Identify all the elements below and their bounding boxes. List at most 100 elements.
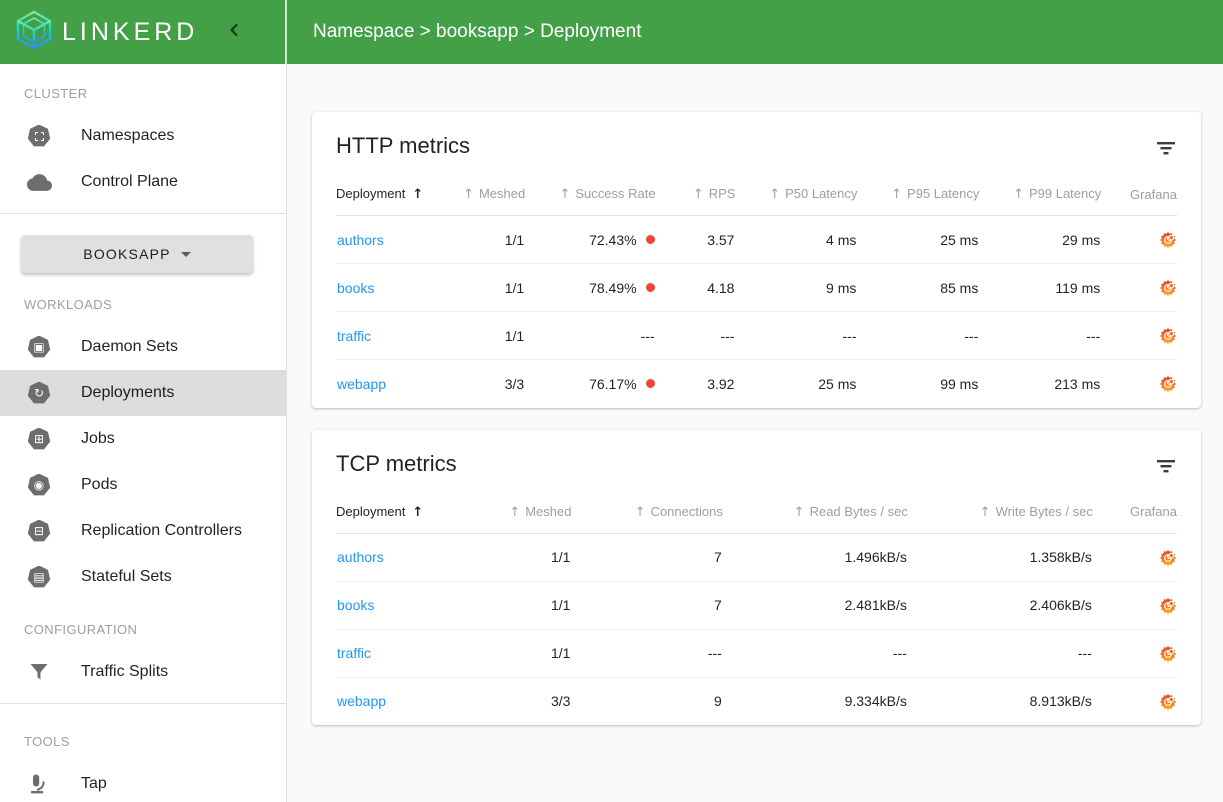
grafana-icon[interactable] — [1160, 644, 1176, 660]
write-bytes-cell: 2.406kB/s — [908, 581, 1093, 629]
sidebar-collapse-button[interactable] — [226, 22, 242, 43]
p50-cell: 4 ms — [735, 216, 857, 264]
tcp-metrics-card: TCP metrics Deployment↑ ↑Meshed ↑Connect… — [312, 430, 1201, 726]
column-header-success-rate[interactable]: ↑Success Rate — [525, 166, 655, 216]
success-rate-cell: 78.49% — [525, 264, 655, 312]
deployment-link[interactable]: books — [337, 280, 374, 296]
sidebar-divider — [0, 213, 286, 214]
table-row: webapp 3/3 9 9.334kB/s 8.913kB/s — [336, 677, 1177, 725]
section-label-workloads: WORKLOADS — [0, 275, 286, 324]
section-label-cluster: CLUSTER — [0, 64, 286, 113]
column-header-deployment[interactable]: Deployment↑ — [336, 484, 479, 534]
grafana-cell — [1093, 677, 1177, 725]
breadcrumb: Namespace > booksapp > Deployment — [313, 21, 641, 43]
sidebar-item-namespaces[interactable]: Namespaces — [0, 113, 286, 159]
deployment-link[interactable]: authors — [337, 549, 384, 565]
sort-arrow-icon: ↑ — [693, 187, 704, 202]
app-bar-sidebar-section: LINKERD — [0, 0, 287, 64]
jobs-icon: ⊞ — [26, 428, 52, 451]
deployments-icon: ↻ — [26, 382, 52, 405]
pods-icon: ◉ — [26, 474, 52, 497]
column-header-p50-latency[interactable]: ↑P50 Latency — [735, 166, 857, 216]
rps-cell: 3.92 — [656, 360, 736, 408]
grafana-icon[interactable] — [1160, 327, 1176, 343]
column-header-connections[interactable]: ↑Connections — [571, 484, 722, 534]
http-metrics-table: Deployment↑ ↑Meshed ↑Success Rate ↑RPS ↑… — [336, 166, 1177, 408]
table-row: traffic 1/1 --- --- --- — [336, 629, 1177, 677]
filter-icon[interactable] — [1155, 458, 1177, 480]
table-row: authors 1/1 7 1.496kB/s 1.358kB/s — [336, 533, 1177, 581]
p95-cell: 85 ms — [857, 264, 979, 312]
grafana-cell — [1101, 360, 1177, 408]
section-label-configuration: CONFIGURATION — [0, 600, 286, 649]
sidebar-item-deployments[interactable]: ↻ Deployments — [0, 370, 286, 416]
meshed-cell: 1/1 — [445, 216, 525, 264]
tcp-header-row: Deployment↑ ↑Meshed ↑Connections ↑Read B… — [336, 484, 1177, 534]
sidebar-item-replication-controllers[interactable]: ⊟ Replication Controllers — [0, 508, 286, 554]
logo-text: LINKERD — [62, 20, 198, 45]
read-bytes-cell: --- — [723, 629, 908, 677]
funnel-icon — [26, 661, 52, 683]
table-row: traffic 1/1 --- --- --- --- --- — [336, 312, 1177, 360]
meshed-cell: 3/3 — [445, 360, 525, 408]
grafana-icon[interactable] — [1160, 279, 1176, 295]
daemon-sets-icon: ▣ — [26, 336, 52, 359]
column-header-p95-latency[interactable]: ↑P95 Latency — [857, 166, 979, 216]
filter-icon[interactable] — [1155, 140, 1177, 162]
sidebar-item-tap[interactable]: Tap — [0, 761, 286, 802]
deployment-link[interactable]: traffic — [337, 645, 371, 661]
status-dot — [646, 379, 655, 388]
sort-arrow-icon: ↑ — [635, 505, 646, 520]
column-header-grafana: Grafana — [1101, 166, 1177, 216]
column-header-write-bytes[interactable]: ↑Write Bytes / sec — [908, 484, 1093, 534]
column-header-p99-latency[interactable]: ↑P99 Latency — [979, 166, 1101, 216]
column-header-rps[interactable]: ↑RPS — [656, 166, 736, 216]
column-header-meshed[interactable]: ↑Meshed — [445, 166, 525, 216]
grafana-icon[interactable] — [1160, 693, 1176, 709]
linkerd-logo[interactable]: LINKERD — [13, 10, 198, 55]
table-row: webapp 3/3 76.17% 3.92 25 ms 99 ms 213 m… — [336, 360, 1177, 408]
table-row: books 1/1 78.49% 4.18 9 ms 85 ms 119 ms — [336, 264, 1177, 312]
deployment-link[interactable]: traffic — [337, 328, 371, 344]
grafana-cell — [1093, 533, 1177, 581]
p99-cell: 213 ms — [979, 360, 1101, 408]
sidebar-item-stateful-sets[interactable]: ▤ Stateful Sets — [0, 554, 286, 600]
rps-cell: 3.57 — [656, 216, 736, 264]
sort-arrow-icon: ↑ — [412, 505, 423, 520]
sidebar-item-traffic-splits[interactable]: Traffic Splits — [0, 649, 286, 695]
column-header-deployment[interactable]: Deployment↑ — [336, 166, 445, 216]
namespace-selector-button[interactable]: BOOKSAPP — [21, 235, 253, 273]
write-bytes-cell: --- — [908, 629, 1093, 677]
p95-cell: --- — [857, 312, 979, 360]
cloud-icon — [26, 170, 52, 195]
sidebar-item-pods[interactable]: ◉ Pods — [0, 462, 286, 508]
deployment-link[interactable]: webapp — [337, 376, 386, 392]
rps-cell: 4.18 — [656, 264, 736, 312]
read-bytes-cell: 2.481kB/s — [723, 581, 908, 629]
http-metrics-title: HTTP metrics — [336, 133, 470, 159]
table-row: authors 1/1 72.43% 3.57 4 ms 25 ms 29 ms — [336, 216, 1177, 264]
grafana-icon[interactable] — [1160, 231, 1176, 247]
grafana-icon[interactable] — [1160, 596, 1176, 612]
sort-arrow-icon: ↑ — [769, 187, 780, 202]
grafana-icon[interactable] — [1160, 548, 1176, 564]
sidebar-item-control-plane[interactable]: Control Plane — [0, 159, 286, 205]
sidebar-divider — [0, 703, 286, 704]
meshed-cell: 3/3 — [479, 677, 572, 725]
meshed-cell: 1/1 — [479, 629, 572, 677]
sort-arrow-icon: ↑ — [891, 187, 902, 202]
column-header-meshed[interactable]: ↑Meshed — [479, 484, 572, 534]
deployment-link[interactable]: authors — [337, 232, 384, 248]
deployment-link[interactable]: webapp — [337, 693, 386, 709]
grafana-icon[interactable] — [1160, 375, 1176, 391]
sidebar-item-daemon-sets[interactable]: ▣ Daemon Sets — [0, 324, 286, 370]
sidebar-item-jobs[interactable]: ⊞ Jobs — [0, 416, 286, 462]
connections-cell: --- — [571, 629, 722, 677]
sort-arrow-icon: ↑ — [412, 187, 423, 202]
sort-arrow-icon: ↑ — [509, 505, 520, 520]
status-dot — [646, 235, 655, 244]
linkerd-cube-icon — [13, 10, 55, 55]
deployment-link[interactable]: books — [337, 597, 374, 613]
column-header-read-bytes[interactable]: ↑Read Bytes / sec — [723, 484, 908, 534]
connections-cell: 7 — [571, 581, 722, 629]
